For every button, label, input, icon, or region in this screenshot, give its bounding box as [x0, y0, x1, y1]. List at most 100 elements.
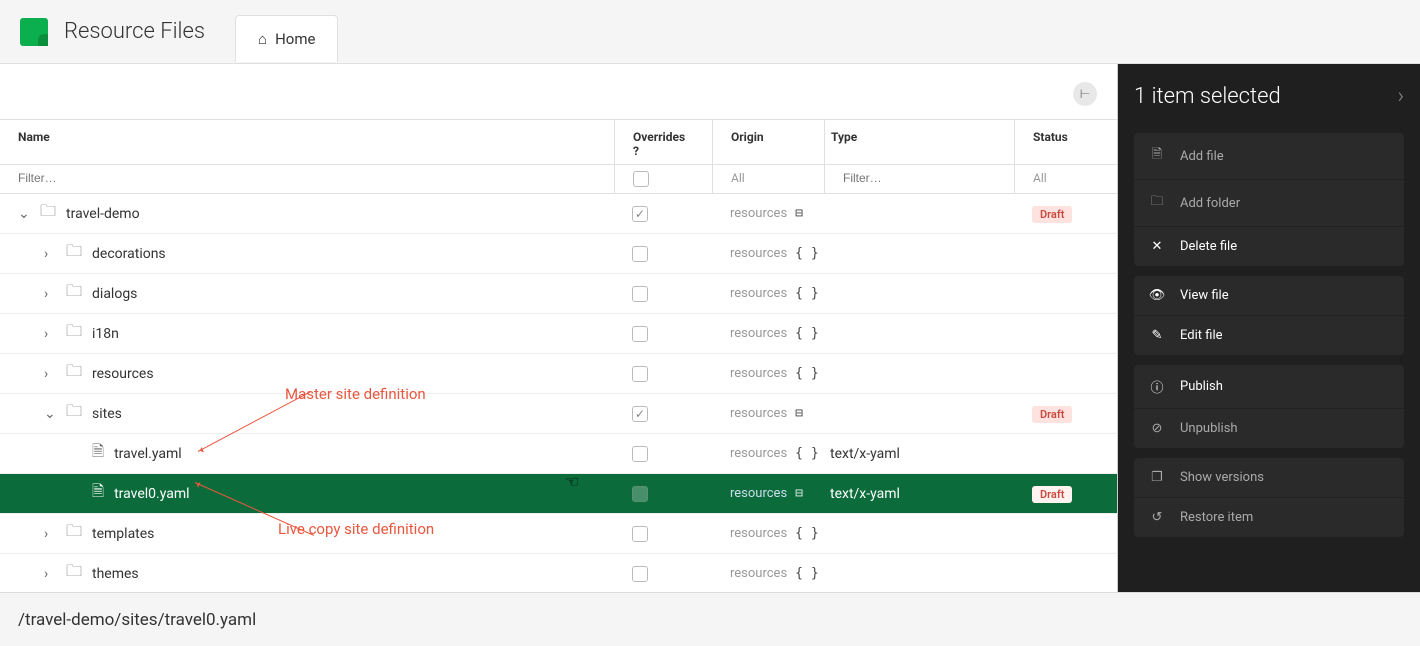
- tree-folder-row[interactable]: ›dialogsresources{ }: [0, 274, 1117, 314]
- tab-home[interactable]: ⌂ Home: [235, 15, 338, 62]
- action-label: Add folder: [1180, 196, 1240, 211]
- status-badge: Draft: [1032, 206, 1072, 223]
- tree-toggle-button[interactable]: ⊢: [1073, 82, 1097, 106]
- chevron-right-icon[interactable]: ›: [44, 246, 56, 262]
- module-type-icon: ⊟: [795, 486, 803, 501]
- override-checkbox[interactable]: [632, 206, 648, 222]
- action-view-file[interactable]: 👁 View file: [1134, 276, 1404, 316]
- action-delete-file[interactable]: ✕Delete file: [1134, 227, 1404, 266]
- col-status-header[interactable]: Status: [1014, 120, 1100, 164]
- filter-origin[interactable]: All: [712, 165, 824, 193]
- col-name-header[interactable]: Name: [0, 120, 614, 164]
- folder-icon: [66, 400, 82, 427]
- versions-icon: ❐: [1148, 470, 1166, 485]
- home-icon: ⌂: [258, 30, 267, 48]
- action-label: Edit file: [1180, 328, 1223, 343]
- chevron-down-icon[interactable]: ⌄: [44, 406, 56, 422]
- folder-icon: [66, 360, 82, 387]
- folder-icon: [66, 240, 82, 267]
- tree-folder-row[interactable]: ›themesresources{ }: [0, 554, 1117, 592]
- chevron-down-icon[interactable]: ⌄: [18, 206, 30, 222]
- origin-label: resources: [730, 486, 787, 501]
- tree-folder-row[interactable]: › templates resources { }: [0, 514, 1117, 554]
- override-checkbox[interactable]: [632, 486, 648, 502]
- map-type-icon: { }: [795, 286, 818, 301]
- status-badge: Draft: [1032, 406, 1072, 423]
- override-checkbox[interactable]: [632, 406, 648, 422]
- folder-icon: [40, 200, 56, 227]
- action-label: Restore item: [1180, 510, 1253, 525]
- filter-status[interactable]: All: [1014, 165, 1100, 193]
- action-label: Add file: [1180, 149, 1224, 164]
- tree-folder-row[interactable]: ›decorationsresources{ }: [0, 234, 1117, 274]
- override-checkbox[interactable]: [632, 566, 648, 582]
- origin-label: resources: [730, 446, 787, 461]
- action-restore-item: ↺ Restore item: [1134, 498, 1404, 537]
- tree-folder-row[interactable]: ⌄sitesresources⊟Draft: [0, 394, 1117, 434]
- action-edit-file[interactable]: ✎ Edit file: [1134, 316, 1404, 355]
- map-type-icon: { }: [795, 526, 818, 541]
- origin-label: resources: [730, 246, 787, 261]
- info-icon: ⓘ: [1148, 377, 1166, 396]
- action-publish[interactable]: ⓘPublish: [1134, 365, 1404, 409]
- item-name: templates: [92, 526, 154, 542]
- origin-label: resources: [730, 326, 787, 341]
- origin-label: resources: [730, 286, 787, 301]
- actions-sidebar: 1 item selected › 🗎Add file 🗀 Add folder ✕D…: [1118, 64, 1420, 592]
- type-cell: text/x-yaml: [824, 446, 1014, 462]
- folder-icon: [66, 560, 82, 587]
- close-icon: ✕: [1148, 239, 1166, 254]
- app-title: Resource Files: [64, 19, 205, 44]
- override-checkbox[interactable]: [632, 366, 648, 382]
- tree-folder-row[interactable]: ›i18nresources{ }: [0, 314, 1117, 354]
- table-header: Name Overrides ? Origin Type Status: [0, 120, 1117, 165]
- tree-folder-row[interactable]: ⌄travel-demoresources⊟Draft: [0, 194, 1117, 234]
- pencil-icon: ✎: [1148, 328, 1166, 343]
- origin-label: resources: [730, 526, 787, 541]
- restore-icon: ↺: [1148, 510, 1166, 525]
- eye-icon: 👁: [1148, 288, 1166, 303]
- sidebar-title[interactable]: 1 item selected ›: [1134, 84, 1404, 109]
- item-name: decorations: [92, 246, 166, 262]
- origin-label: resources: [730, 406, 787, 421]
- origin-label: resources: [730, 206, 787, 221]
- col-overrides-header[interactable]: Overrides ?: [614, 120, 712, 164]
- path-footer: /travel-demo/sites/travel0.yaml: [0, 592, 1420, 646]
- col-origin-header[interactable]: Origin: [712, 120, 824, 164]
- action-add-folder: 🗀 Add folder: [1134, 180, 1404, 227]
- action-unpublish: ⊘Unpublish: [1134, 409, 1404, 448]
- override-checkbox[interactable]: [632, 246, 648, 262]
- module-type-icon: ⊟: [795, 406, 803, 421]
- chevron-right-icon[interactable]: ›: [44, 326, 56, 342]
- folder-plus-icon: 🗀: [1148, 192, 1166, 214]
- tree-rows: Master site definition Live copy site de…: [0, 194, 1117, 592]
- override-checkbox[interactable]: [632, 286, 648, 302]
- override-checkbox[interactable]: [632, 526, 648, 542]
- filter-overrides-checkbox[interactable]: [633, 171, 649, 187]
- chevron-right-icon[interactable]: ›: [44, 286, 56, 302]
- override-checkbox[interactable]: [632, 446, 648, 462]
- chevron-right-icon[interactable]: ›: [44, 526, 56, 542]
- tree-file-row[interactable]: travel.yamlresources{ }text/x-yaml: [0, 434, 1117, 474]
- chevron-right-icon[interactable]: ›: [44, 366, 56, 382]
- filter-name-input[interactable]: [18, 171, 596, 185]
- tree-folder-row[interactable]: ›resourcesresources{ }: [0, 354, 1117, 394]
- status-badge: Draft: [1032, 486, 1072, 503]
- chevron-right-icon: ›: [1397, 84, 1404, 109]
- action-label: View file: [1180, 288, 1229, 303]
- chevron-right-icon[interactable]: ›: [44, 566, 56, 582]
- override-checkbox[interactable]: [632, 326, 648, 342]
- filter-type-input[interactable]: [843, 171, 996, 185]
- action-label: Unpublish: [1180, 421, 1238, 436]
- tree-file-row[interactable]: travel0.yamlresources⊟text/x-yamlDraft: [0, 474, 1117, 514]
- action-add-file: 🗎Add file: [1134, 133, 1404, 180]
- item-name: travel-demo: [66, 206, 140, 222]
- map-type-icon: { }: [795, 446, 818, 461]
- header-bar: Resource Files ⌂ Home: [0, 0, 1420, 64]
- item-name: i18n: [92, 326, 119, 342]
- folder-icon: [66, 320, 82, 347]
- item-name: travel0.yaml: [114, 486, 189, 502]
- selection-count-label: 1 item selected: [1134, 84, 1281, 109]
- item-name: themes: [92, 566, 139, 582]
- col-type-header[interactable]: Type: [824, 120, 1014, 164]
